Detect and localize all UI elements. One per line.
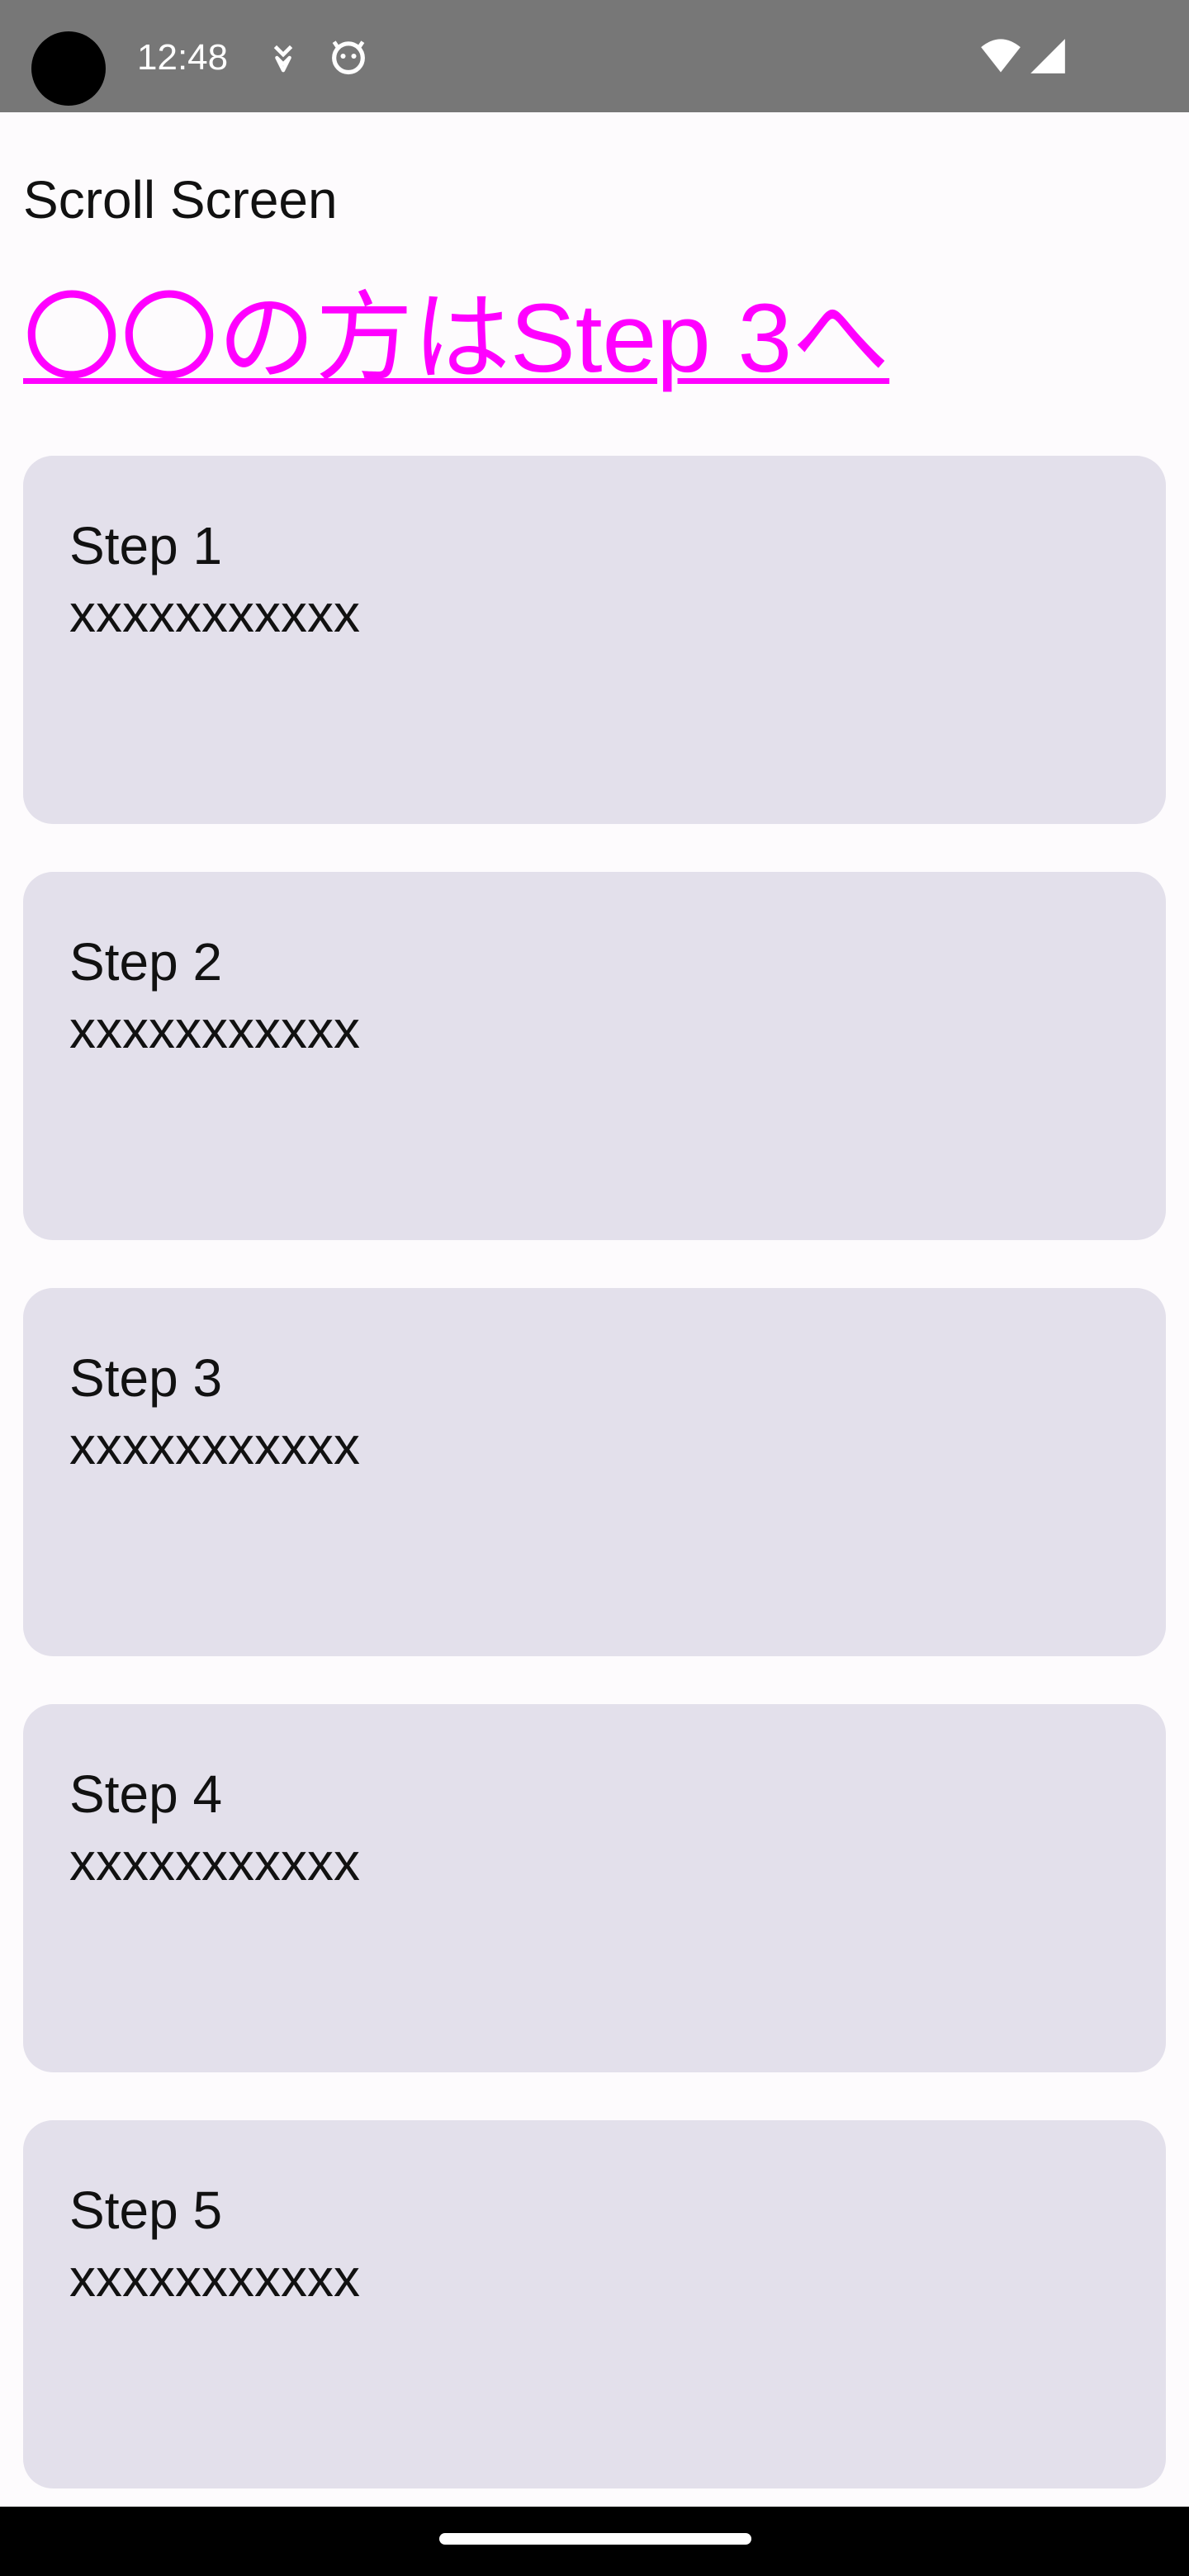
step-card-title: Step 2: [69, 932, 223, 992]
status-bar: 12:48: [0, 0, 1189, 112]
step-card-body: xxxxxxxxxxx: [69, 1000, 360, 1059]
step-card: Step 5 xxxxxxxxxxx: [23, 2120, 1166, 2488]
step-card: Step 4 xxxxxxxxxxx: [23, 1704, 1166, 2072]
status-time: 12:48: [137, 37, 229, 78]
cellular-signal-icon: [1027, 35, 1068, 78]
notification-icon: [264, 35, 302, 78]
step-card-title: Step 1: [69, 516, 223, 575]
step-card-body: xxxxxxxxxxx: [69, 584, 360, 643]
navigation-bar: [0, 2507, 1189, 2576]
jump-to-step-3-link[interactable]: 〇〇の方はStep 3へ: [23, 281, 889, 396]
step-card-body: xxxxxxxxxxx: [69, 1832, 360, 1892]
step-card-title: Step 5: [69, 2181, 223, 2240]
camera-cutout: [31, 31, 106, 106]
step-card-body: xxxxxxxxxxx: [69, 1416, 360, 1475]
page-title: Scroll Screen: [23, 170, 338, 230]
step-card-list[interactable]: Step 1 xxxxxxxxxxx Step 2 xxxxxxxxxxx St…: [23, 456, 1166, 2536]
step-card-title: Step 4: [69, 1764, 223, 1824]
step-card: Step 3 xxxxxxxxxxx: [23, 1288, 1166, 1656]
step-card: Step 2 xxxxxxxxxxx: [23, 872, 1166, 1240]
android-icon: [327, 35, 370, 78]
step-card-body: xxxxxxxxxxx: [69, 2248, 360, 2308]
step-card-title: Step 3: [69, 1348, 223, 1408]
wifi-icon: [978, 35, 1024, 78]
step-card: Step 1 xxxxxxxxxxx: [23, 456, 1166, 824]
home-gesture-handle[interactable]: [439, 2533, 751, 2545]
